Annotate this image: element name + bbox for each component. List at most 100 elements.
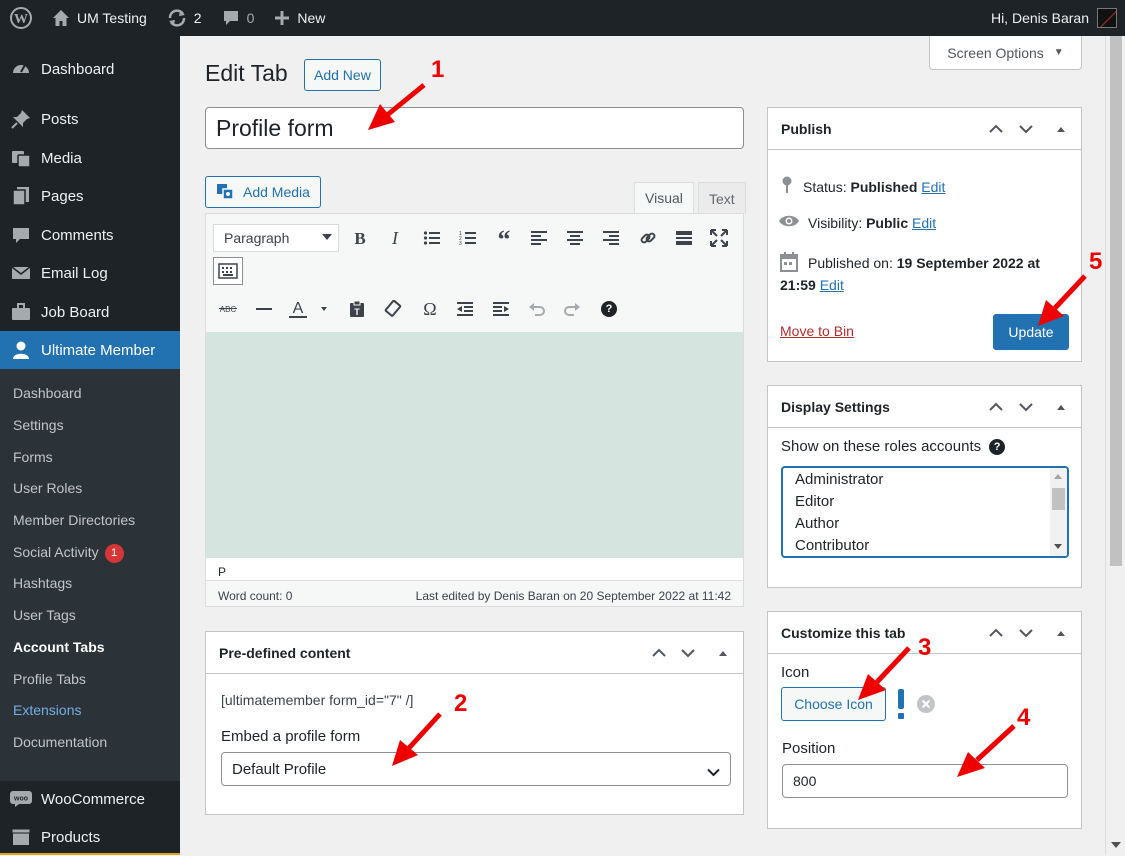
sidebar-item-job-board[interactable]: Job Board [0, 293, 180, 331]
collapse-triangle-icon[interactable] [1051, 398, 1071, 416]
sidebar-item-posts[interactable]: Posts [0, 100, 180, 138]
submenu-user-roles[interactable]: User Roles [13, 480, 82, 496]
comments-menu[interactable]: 0 [212, 0, 265, 36]
bullet-list-icon[interactable] [419, 225, 445, 251]
scrollbar-thumb[interactable] [1110, 36, 1122, 566]
page-scrollbar[interactable] [1105, 36, 1125, 855]
submenu-extensions[interactable]: Extensions [13, 702, 81, 718]
paste-as-text-icon[interactable]: T [344, 296, 370, 322]
chevron-down-icon[interactable] [1016, 624, 1036, 642]
clear-icon[interactable] [917, 695, 935, 716]
editor-content-area[interactable] [206, 332, 743, 558]
text-color-icon[interactable]: A [286, 296, 332, 322]
role-option[interactable]: Author [795, 515, 839, 532]
add-new-button[interactable]: Add New [304, 59, 381, 91]
link-icon[interactable] [635, 225, 661, 251]
redo-icon[interactable] [559, 296, 585, 322]
sidebar-item-comments[interactable]: Comments [0, 216, 180, 254]
svg-text:Ω: Ω [423, 300, 436, 318]
choose-icon-button[interactable]: Choose Icon [781, 687, 886, 721]
strikethrough-icon[interactable]: ABC [215, 296, 241, 322]
chevron-down-icon[interactable] [1016, 120, 1036, 138]
outdent-icon[interactable] [452, 296, 478, 322]
submenu-social-activity[interactable]: Social Activity 1 [13, 544, 124, 563]
move-to-bin-link[interactable]: Move to Bin [780, 323, 854, 339]
chevron-up-icon[interactable] [986, 624, 1006, 642]
edit-date-link[interactable]: Edit [820, 277, 844, 293]
sidebar-item-products[interactable]: Products [0, 818, 180, 856]
position-input[interactable]: 800 [782, 764, 1068, 798]
role-option[interactable]: Administrator [795, 471, 883, 488]
post-title-input[interactable] [205, 107, 744, 149]
wp-logo-menu[interactable]: W [0, 0, 42, 36]
clear-formatting-icon[interactable] [380, 296, 406, 322]
chevron-down-icon[interactable] [1016, 398, 1036, 416]
submenu-account-tabs[interactable]: Account Tabs [13, 639, 105, 655]
roles-scrollbar[interactable] [1050, 468, 1067, 556]
updates-menu[interactable]: 2 [157, 0, 212, 36]
sidebar-item-media[interactable]: Media [0, 139, 180, 177]
submenu-settings[interactable]: Settings [13, 417, 64, 433]
collapse-triangle-icon[interactable] [713, 644, 733, 662]
help-icon[interactable]: ? [989, 438, 1006, 455]
format-select[interactable]: Paragraph [213, 224, 339, 252]
indent-icon[interactable] [488, 296, 514, 322]
sidebar-item-ultimate-member[interactable]: Ultimate Member [0, 331, 180, 369]
chevron-up-icon[interactable] [986, 398, 1006, 416]
read-more-icon[interactable] [671, 225, 697, 251]
chevron-up-icon[interactable] [649, 644, 669, 662]
sidebar-item-dashboard[interactable]: Dashboard [0, 50, 180, 88]
update-button[interactable]: Update [993, 314, 1069, 350]
scroll-down-arrow-icon[interactable] [1054, 544, 1062, 549]
role-option[interactable]: Editor [795, 493, 834, 510]
roles-multiselect[interactable]: Administrator Editor Author Contributor [781, 466, 1069, 558]
submenu-user-tags[interactable]: User Tags [13, 607, 76, 623]
eye-icon [778, 214, 800, 231]
bold-icon[interactable]: B [347, 225, 373, 251]
postbox-header: Display Settings [768, 386, 1081, 428]
sidebar-item-email-log[interactable]: Email Log [0, 254, 180, 292]
role-option[interactable]: Contributor [795, 537, 869, 554]
chevron-up-icon[interactable] [986, 120, 1006, 138]
blockquote-icon[interactable]: “ [491, 225, 517, 251]
numbered-list-icon[interactable]: 123 [455, 225, 481, 251]
scroll-up-arrow-icon[interactable] [1054, 474, 1062, 479]
edit-visibility-link[interactable]: Edit [912, 215, 936, 231]
tab-text[interactable]: Text [698, 182, 746, 214]
italic-icon[interactable]: I [382, 225, 408, 251]
submenu-forms[interactable]: Forms [13, 449, 53, 465]
submenu-member-directories[interactable]: Member Directories [13, 512, 135, 528]
keyboard-help-icon[interactable]: ? [596, 296, 622, 322]
submenu-documentation[interactable]: Documentation [13, 734, 107, 750]
align-right-icon[interactable] [598, 225, 624, 251]
my-account-menu[interactable]: Hi, Denis Baran [991, 0, 1125, 36]
undo-icon[interactable] [524, 296, 550, 322]
screen-options-button[interactable]: Screen Options ▼ [929, 36, 1082, 70]
chevron-down-icon[interactable] [678, 644, 698, 662]
new-content-menu[interactable]: New [264, 0, 335, 36]
add-media-button[interactable]: Add Media [205, 176, 321, 208]
align-left-icon[interactable] [526, 225, 552, 251]
site-name-menu[interactable]: UM Testing [42, 0, 157, 36]
editor-toolbar: Paragraph B I 123 “ ABC A T Ω ? [206, 214, 743, 332]
sidebar-item-pages[interactable]: Pages [0, 177, 180, 215]
fullscreen-icon[interactable] [706, 225, 732, 251]
embed-profile-select[interactable]: Default Profile [221, 752, 731, 786]
toolbar-toggle-icon[interactable] [213, 257, 243, 285]
postbox-header: Publish [768, 108, 1081, 150]
submenu-hashtags[interactable]: Hashtags [13, 575, 72, 591]
submenu-dashboard[interactable]: Dashboard [13, 385, 82, 401]
special-character-icon[interactable]: Ω [417, 296, 443, 322]
submenu-profile-tabs[interactable]: Profile Tabs [13, 671, 86, 687]
sidebar-item-woocommerce[interactable]: woo WooCommerce [0, 780, 180, 818]
element-path[interactable]: P [218, 565, 226, 579]
tab-visual[interactable]: Visual [634, 182, 694, 214]
roles-scrollbar-thumb[interactable] [1052, 488, 1065, 510]
postbox-header: Pre-defined content [206, 632, 743, 674]
align-center-icon[interactable] [562, 225, 588, 251]
edit-status-link[interactable]: Edit [921, 179, 945, 195]
horizontal-line-icon[interactable] [251, 296, 277, 322]
collapse-triangle-icon[interactable] [1051, 120, 1071, 138]
scroll-down-arrow-icon[interactable] [1111, 842, 1121, 848]
collapse-triangle-icon[interactable] [1051, 624, 1071, 642]
